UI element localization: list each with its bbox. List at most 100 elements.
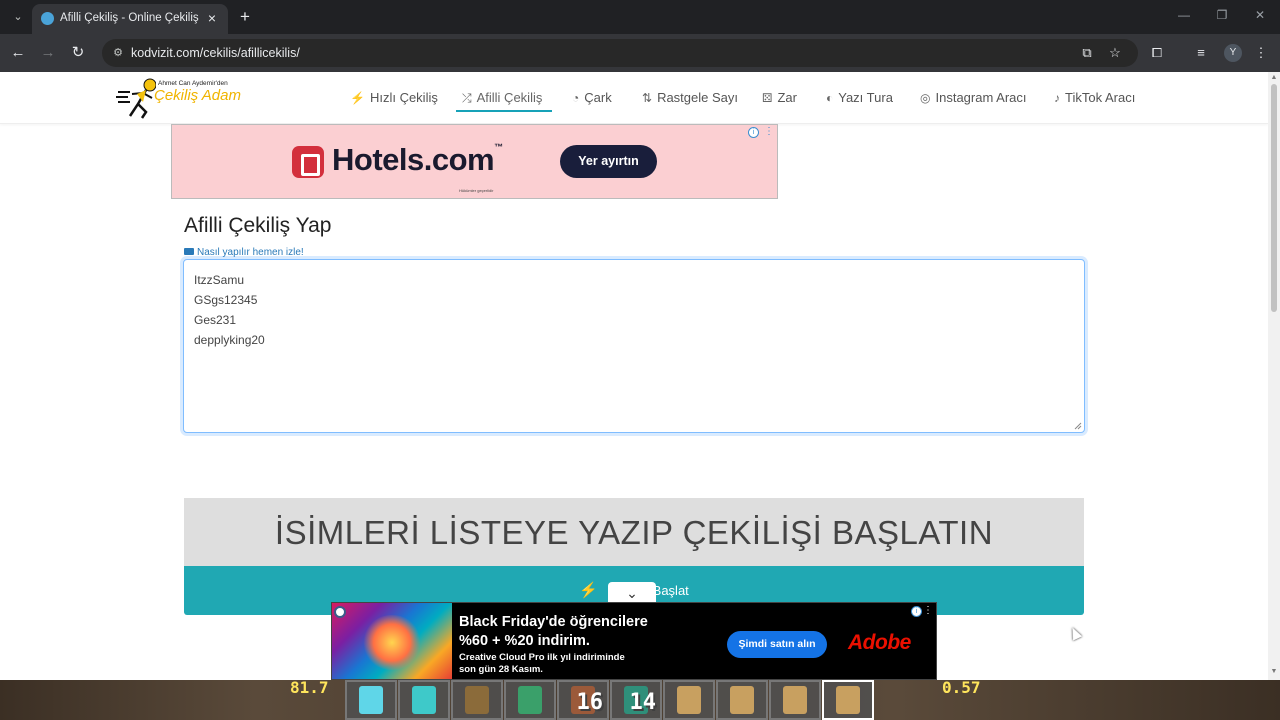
hotbar-slot: 16 xyxy=(557,680,609,720)
profile-avatar[interactable]: Y xyxy=(1224,44,1242,62)
nav-tiktok-araci[interactable]: ♪ TikTok Aracı xyxy=(1054,90,1135,105)
coin-icon: ◐ xyxy=(826,91,834,105)
nav-yazi-tura[interactable]: ◐ Yazı Tura xyxy=(826,90,893,105)
browser-menu-icon[interactable]: ⋮ xyxy=(1252,44,1270,62)
shuffle-icon: ⤮ xyxy=(462,91,472,105)
howto-video-link[interactable]: Nasıl yapılır hemen izle! xyxy=(184,247,304,258)
nav-label: TikTok Aracı xyxy=(1065,90,1136,105)
hotels-brand: Hotels.com™ xyxy=(332,142,503,177)
name-entry: GSgs12345 xyxy=(194,293,258,307)
hotbar-slot xyxy=(398,680,450,720)
game-left-stat: 81.7 xyxy=(290,680,329,697)
dice-icon: ⚄ xyxy=(762,91,773,105)
nav-zar[interactable]: ⚄ Zar xyxy=(762,90,797,105)
bolt-icon: ⚡ xyxy=(579,582,598,599)
window-close-icon[interactable]: ✕ xyxy=(1250,8,1270,22)
sort-icon: ⇅ xyxy=(642,91,653,105)
adobe-cta-button[interactable]: Şimdi satın alın xyxy=(727,631,827,658)
nav-label: Instagram Aracı xyxy=(935,90,1027,105)
browser-tab-bar: ⌄ Afilli Çekiliş - Online Çekiliş - Hı ×… xyxy=(0,0,1280,34)
hotbar-slot: 14 xyxy=(610,680,662,720)
ad-info-icon[interactable]: i xyxy=(911,606,922,617)
scroll-down-icon[interactable]: ▼ xyxy=(1270,668,1278,675)
new-tab-button[interactable]: + xyxy=(236,7,254,27)
hotbar-slot xyxy=(769,680,821,720)
media-controls-icon[interactable]: ≡ xyxy=(1192,44,1210,62)
hotbar-item-count: 14 xyxy=(629,690,657,715)
url-text[interactable]: kodvizit.com/cekilis/afillicekilis/ xyxy=(131,46,300,60)
adobe-logo: Adobe xyxy=(848,631,911,654)
reload-icon[interactable]: ↻ xyxy=(68,43,88,63)
instruction-banner: İSİMLERİ LİSTEYE YAZIP ÇEKİLİŞİ BAŞLATIN xyxy=(184,498,1084,566)
ad-options-icon[interactable]: ⋮ xyxy=(923,605,933,617)
page-title: Afilli Çekiliş Yap xyxy=(184,214,332,237)
adchoices-icon[interactable] xyxy=(334,606,346,618)
hotbar-item-icon xyxy=(730,686,754,714)
nav-instagram-araci[interactable]: ◎ Instagram Aracı xyxy=(920,90,1027,105)
resize-handle-icon[interactable] xyxy=(1074,422,1082,430)
names-textarea[interactable]: ItzzSamu GSgs12345 Ges231 depplyking20 xyxy=(183,259,1085,433)
site-logo[interactable]: Ahmet Can Aydemir'den Çekiliş Adam xyxy=(116,76,246,120)
back-arrow-icon[interactable]: ← xyxy=(8,43,28,63)
wheel-icon: ◔ xyxy=(572,91,580,105)
hotbar-item-count: 16 xyxy=(576,690,604,715)
tab-close-icon[interactable]: × xyxy=(204,10,220,26)
nav-hizli-cekilis[interactable]: ⚡ Hızlı Çekiliş xyxy=(350,90,438,105)
tiktok-icon: ♪ xyxy=(1054,91,1060,105)
restore-icon[interactable]: ❐ xyxy=(1212,8,1232,22)
browser-tab[interactable]: Afilli Çekiliş - Online Çekiliş - Hı × xyxy=(32,4,228,34)
scroll-thumb[interactable] xyxy=(1271,84,1277,312)
hotbar-slot xyxy=(716,680,768,720)
bookmark-star-icon[interactable]: ☆ xyxy=(1106,44,1124,62)
ad-options-icon[interactable]: ⋮ xyxy=(764,126,774,138)
hotbar-slot xyxy=(822,680,874,720)
ad-info-icon[interactable]: i xyxy=(748,127,759,138)
extensions-icon[interactable]: ⧠ xyxy=(1148,44,1166,62)
hotbar-slot xyxy=(451,680,503,720)
video-camera-icon xyxy=(184,248,194,255)
nav-rastgele-sayi[interactable]: ⇅ Rastgele Sayı xyxy=(642,90,738,105)
hotbar-item-icon xyxy=(518,686,542,714)
hotels-ad-banner[interactable]: Hotels.com™ Yer ayırtın Hükümler geçerli… xyxy=(171,124,778,199)
scroll-up-icon[interactable]: ▲ xyxy=(1270,74,1278,81)
game-hotbar-strip: 81.7 0.57 16 14 xyxy=(0,680,1280,720)
hotbar-slot xyxy=(663,680,715,720)
name-entry: Ges231 xyxy=(194,313,237,327)
collapse-ad-chevron-icon[interactable]: ⌄ xyxy=(608,582,656,604)
hotels-cta-button[interactable]: Yer ayırtın xyxy=(560,145,657,178)
bolt-icon: ⚡ xyxy=(350,91,365,105)
running-man-logo-icon xyxy=(116,78,156,119)
page-scrollbar[interactable]: ▲ ▼ xyxy=(1268,72,1280,680)
hotbar-item-icon xyxy=(677,686,701,714)
hotels-logo-icon xyxy=(292,146,324,178)
adobe-headline: Black Friday'de öğrencilere %60 + %20 ind… xyxy=(459,614,648,649)
nav-label: Hızlı Çekiliş xyxy=(369,90,438,105)
name-entry: depplyking20 xyxy=(194,333,265,347)
nav-label: Çark xyxy=(584,90,612,105)
mouse-cursor-icon xyxy=(1067,625,1083,641)
hotbar-slot xyxy=(504,680,556,720)
install-app-icon[interactable]: ⧉ xyxy=(1078,44,1096,62)
site-favicon-icon xyxy=(41,12,54,25)
hotbar-item-icon xyxy=(412,686,436,714)
logo-tagline: Ahmet Can Aydemir'den xyxy=(158,80,228,87)
site-header: Ahmet Can Aydemir'den Çekiliş Adam ⚡ Hızl… xyxy=(0,72,1268,124)
adobe-ad-banner[interactable]: Black Friday'de öğrencilere %60 + %20 ind… xyxy=(331,602,937,680)
tab-search-chevron-icon[interactable]: ⌄ xyxy=(8,7,28,27)
hotbar-item-icon xyxy=(783,686,807,714)
instagram-icon: ◎ xyxy=(920,91,931,105)
hotbar-slot xyxy=(345,680,397,720)
logo-title: Çekiliş Adam xyxy=(154,87,241,104)
name-entry: ItzzSamu xyxy=(194,273,245,287)
hotbar-item-icon xyxy=(836,686,860,714)
nav-afilli-cekilis[interactable]: ⤮ Afilli Çekiliş xyxy=(462,90,542,106)
site-info-icon[interactable]: ⚙ xyxy=(110,45,126,61)
forward-arrow-icon[interactable]: → xyxy=(38,43,58,63)
address-bar[interactable]: ⚙ kodvizit.com/cekilis/afillicekilis/ ⧉ … xyxy=(102,39,1138,67)
adobe-subtext: Creative Cloud Pro ilk yıl indiriminde so… xyxy=(459,652,625,675)
minimize-icon[interactable]: — xyxy=(1174,8,1194,22)
tab-title: Afilli Çekiliş - Online Çekiliş - Hı xyxy=(60,12,202,24)
nav-cark[interactable]: ◔ Çark xyxy=(572,90,612,105)
active-nav-underline xyxy=(456,110,552,112)
nav-label: Afilli Çekiliş xyxy=(476,90,543,105)
